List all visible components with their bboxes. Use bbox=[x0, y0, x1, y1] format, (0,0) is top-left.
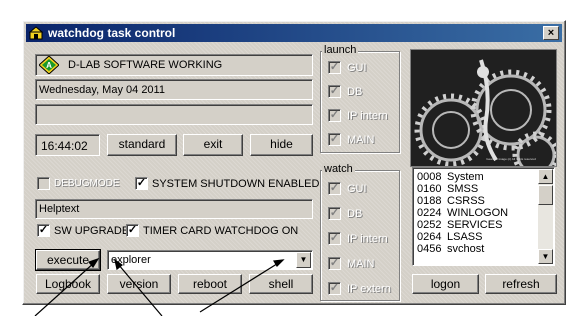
annotation-arrows bbox=[34, 257, 285, 316]
